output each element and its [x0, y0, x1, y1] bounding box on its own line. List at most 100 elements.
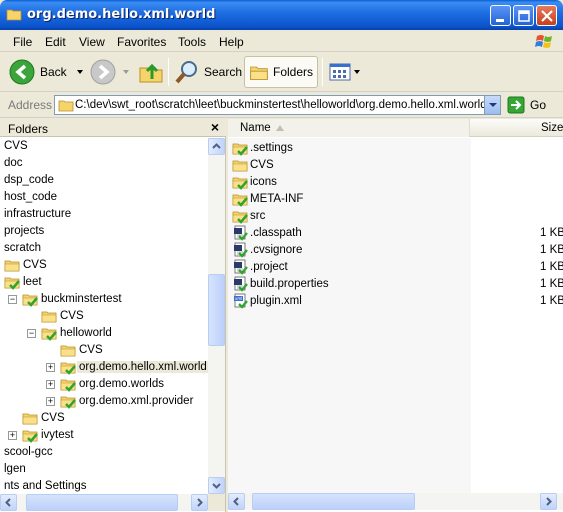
file-list-pane: Name Size .settings CVS icons META-INF src .c…	[228, 119, 563, 512]
tree-item[interactable]: − helloworld	[0, 325, 208, 342]
tree-item[interactable]: CVS	[0, 410, 208, 427]
address-bar: Address C:\dev\swt_root\scratch\leet\buc…	[0, 92, 563, 118]
scroll-up-button[interactable]	[208, 138, 225, 155]
tree-item[interactable]: projects	[0, 223, 208, 240]
tree-item[interactable]: CVS	[0, 308, 208, 325]
go-label: Go	[530, 98, 547, 112]
scroll-right-button[interactable]	[191, 494, 208, 511]
search-button[interactable]: Search	[174, 56, 242, 88]
folders-horizontal-scrollbar[interactable]	[0, 494, 208, 511]
close-button[interactable]	[536, 5, 557, 26]
up-folder-button[interactable]	[138, 56, 164, 88]
file-size: 1 KB	[540, 278, 563, 290]
tree-item[interactable]: + org.demo.worlds	[0, 376, 208, 393]
tree-item-label: CVS	[79, 344, 103, 356]
tree-item[interactable]: host_code	[0, 189, 208, 206]
tree-item-label: helloworld	[60, 327, 112, 339]
file-row[interactable]: .cvsignore 1 KB	[228, 242, 563, 259]
address-label: Address	[8, 98, 53, 112]
folders-label: Folders	[272, 65, 313, 79]
scroll-thumb[interactable]	[26, 494, 178, 511]
tree-item[interactable]: CVS	[0, 138, 208, 155]
go-button[interactable]: Go	[507, 96, 546, 114]
folder-icon	[58, 100, 74, 112]
tree-item-label: host_code	[4, 191, 58, 203]
file-row[interactable]: xml plugin.xml 1 KB	[228, 293, 563, 310]
tree-item[interactable]: CVS	[0, 342, 208, 359]
file-row[interactable]: META-INF	[228, 191, 563, 208]
file-row[interactable]: CVS	[228, 157, 563, 174]
tree-item-label: leet	[23, 276, 42, 288]
size-column-label: Size	[541, 122, 563, 134]
title-bar[interactable]: org.demo.hello.xml.world	[0, 0, 563, 30]
windows-logo-icon	[535, 35, 552, 48]
menu-help[interactable]: Help	[219, 35, 244, 49]
collapse-icon[interactable]: −	[8, 295, 17, 304]
tree-item-label: CVS	[4, 140, 28, 152]
maximize-button[interactable]	[513, 5, 534, 26]
file-row[interactable]: icons	[228, 174, 563, 191]
tree-item[interactable]: lgen	[0, 461, 208, 478]
expand-icon[interactable]: +	[46, 397, 55, 406]
minimize-button[interactable]	[490, 5, 511, 26]
file-size: 1 KB	[540, 244, 563, 256]
tree-item[interactable]: nts and Settings	[0, 478, 208, 494]
tree-item[interactable]: infrastructure	[0, 206, 208, 223]
tree-item[interactable]: dsp_code	[0, 172, 208, 189]
menu-favorites[interactable]: Favorites	[117, 35, 166, 49]
file-row[interactable]: build.properties 1 KB	[228, 276, 563, 293]
scroll-thumb[interactable]	[252, 493, 415, 510]
tree-item-label: nts and Settings	[4, 480, 87, 492]
menu-view[interactable]: View	[79, 35, 105, 49]
tree-item[interactable]: CVS	[0, 257, 208, 274]
folders-button[interactable]: Folders	[244, 56, 318, 88]
tree-item[interactable]: − buckminstertest	[0, 291, 208, 308]
expand-icon[interactable]: +	[46, 363, 55, 372]
collapse-icon[interactable]: −	[27, 329, 36, 338]
sort-ascending-icon	[276, 125, 284, 131]
chevron-left-icon	[5, 498, 11, 507]
tree-item[interactable]: scratch	[0, 240, 208, 257]
tree-item[interactable]: + org.demo.xml.provider	[0, 393, 208, 410]
scroll-down-button[interactable]	[208, 477, 225, 494]
file-size: 1 KB	[540, 227, 563, 239]
forward-button[interactable]	[89, 56, 133, 88]
tree-item[interactable]: doc	[0, 155, 208, 172]
menu-tools[interactable]: Tools	[178, 35, 206, 49]
views-button[interactable]	[328, 56, 362, 88]
file-size: 1 KB	[540, 261, 563, 273]
tree-item[interactable]: scool-gcc	[0, 444, 208, 461]
scroll-left-button[interactable]	[228, 493, 245, 510]
tree-item[interactable]: leet	[0, 274, 208, 291]
expand-icon[interactable]: +	[46, 380, 55, 389]
chevron-left-icon	[233, 497, 239, 506]
scroll-thumb[interactable]	[208, 274, 225, 346]
expand-icon[interactable]: +	[8, 431, 17, 440]
file-list: .settings CVS icons META-INF src .classpath 1 …	[228, 138, 563, 493]
tree-item-label: scool-gcc	[4, 446, 53, 458]
chevron-up-icon	[212, 143, 221, 149]
file-row[interactable]: src	[228, 208, 563, 225]
chevron-down-icon	[489, 103, 497, 107]
file-row[interactable]: .classpath 1 KB	[228, 225, 563, 242]
file-row[interactable]: .project 1 KB	[228, 259, 563, 276]
address-input[interactable]: C:\dev\swt_root\scratch\leet\buckminster…	[54, 95, 501, 115]
menu-edit[interactable]: Edit	[45, 35, 66, 49]
menu-file[interactable]: File	[13, 35, 32, 49]
scroll-left-button[interactable]	[0, 494, 17, 511]
search-icon	[175, 61, 197, 84]
back-button[interactable]: Back	[8, 56, 87, 88]
close-folders-pane-button[interactable]: ×	[211, 119, 219, 135]
tree-item-label: CVS	[23, 259, 47, 271]
address-dropdown-button[interactable]	[484, 96, 500, 114]
content-horizontal-scrollbar[interactable]	[228, 493, 563, 510]
tree-item[interactable]: + ivytest	[0, 427, 208, 444]
name-column-header[interactable]: Name	[228, 119, 470, 137]
file-name: .cvsignore	[250, 244, 303, 256]
tree-item[interactable]: + org.demo.hello.xml.world	[0, 359, 208, 376]
scroll-right-button[interactable]	[540, 493, 557, 510]
file-row[interactable]: .settings	[228, 140, 563, 157]
folders-vertical-scrollbar[interactable]	[208, 138, 225, 494]
back-label: Back	[40, 65, 67, 79]
file-size: 1 KB	[540, 295, 563, 307]
